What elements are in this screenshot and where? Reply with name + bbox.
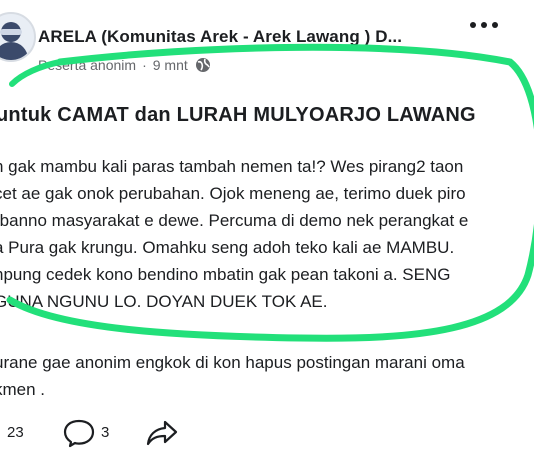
dot — [481, 22, 487, 28]
share-icon[interactable] — [145, 418, 179, 448]
post-body-line: npung cedek kono bendino mbatin gak pean… — [0, 265, 451, 284]
avatar-body — [0, 42, 28, 60]
comment-icon[interactable] — [62, 418, 96, 448]
post-header: ARELA (Komunitas Arek - Arek Lawang ) D.… — [0, 0, 534, 90]
post-body-line: kmen . — [0, 380, 46, 399]
post-action-bar: 23 3 — [0, 416, 534, 450]
dot — [470, 22, 476, 28]
more-dots-icon[interactable] — [470, 22, 498, 28]
post-title: untuk CAMAT dan LURAH MULYOARJO LAWANG — [0, 104, 476, 126]
group-name-link[interactable]: ARELA (Komunitas Arek - Arek Lawang ) D.… — [38, 27, 402, 47]
post-time[interactable]: 9 mnt — [153, 57, 188, 73]
post-meta: Peserta anonim · 9 mnt — [38, 57, 211, 73]
post-body-line: n gak mambu kali paras tambah nemen ta!?… — [0, 157, 464, 176]
meta-separator: · — [142, 57, 147, 73]
post-body-line: urane gae anonim engkok di kon hapus pos… — [0, 353, 465, 372]
post-body-line: cet ae gak onok perubahan. Ojok meneng a… — [0, 184, 466, 203]
post-body-line: a Pura gak krungu. Omahku seng adoh teko… — [0, 238, 455, 257]
post-body-line: rbanno masyarakat e dewe. Percuma di dem… — [0, 211, 469, 230]
author-name[interactable]: Peserta anonim — [38, 57, 136, 73]
anonymous-avatar[interactable] — [0, 12, 36, 62]
globe-icon — [195, 58, 210, 72]
avatar-mask — [0, 29, 22, 35]
reaction-count[interactable]: 23 — [7, 424, 24, 441]
post-body-line: GUNA NGUNU LO. DOYAN DUEK TOK AE. — [0, 292, 328, 311]
dot — [492, 22, 498, 28]
comment-count[interactable]: 3 — [101, 424, 109, 441]
